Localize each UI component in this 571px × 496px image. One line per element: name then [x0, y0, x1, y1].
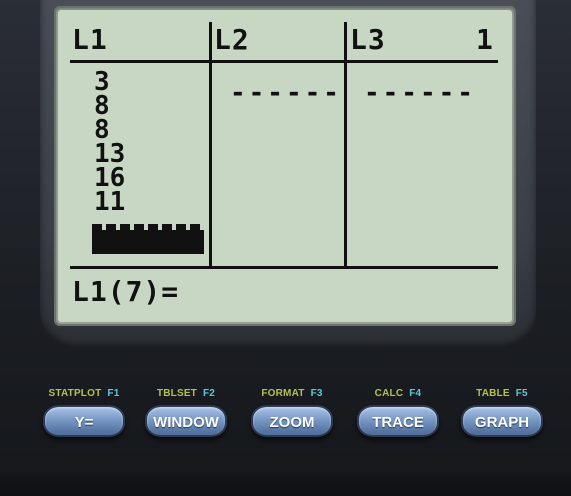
key-secondary-label: TABLE F5: [452, 388, 552, 399]
fkey-text: F5: [515, 388, 528, 399]
calculator-body: L1 L2 L3 1 3 8 8 13 16 11 ------ ------ …: [0, 0, 571, 496]
lcd-screen: L1 L2 L3 1 3 8 8 13 16 11 ------ ------ …: [58, 10, 512, 322]
fkey-text: F1: [107, 388, 120, 399]
y-equals-button[interactable]: Y=: [43, 405, 125, 437]
key-group-f3: FORMAT F3 ZOOM: [242, 388, 342, 437]
calculator-lower-edge: [0, 474, 571, 496]
list-header-l1: L1: [72, 23, 108, 56]
key-group-f4: CALC F4 TRACE: [348, 388, 448, 437]
zoom-button[interactable]: ZOOM: [251, 405, 333, 437]
key-secondary-label: CALC F4: [348, 388, 448, 399]
function-key-row: STATPLOT F1 Y= TBLSET F2 WINDOW FORMAT F3 Z…: [0, 388, 571, 488]
list-header-l2: L2: [214, 23, 250, 56]
key-secondary-label: FORMAT F3: [242, 388, 342, 399]
fkey-text: F2: [203, 388, 216, 399]
key-group-f2: TBLSET F2 WINDOW: [136, 388, 236, 437]
entry-line: L1(7)=: [72, 275, 180, 308]
fkey-text: F3: [310, 388, 323, 399]
cursor-cell-l1-7[interactable]: [92, 224, 204, 254]
trace-button[interactable]: TRACE: [357, 405, 439, 437]
entry-divider: [70, 266, 498, 269]
column-divider-1: [209, 22, 212, 268]
secondary-text: TBLSET: [156, 388, 197, 399]
list-l2-empty-placeholder[interactable]: ------: [230, 80, 342, 106]
key-group-f1: STATPLOT F1 Y=: [34, 388, 134, 437]
secondary-text: STATPLOT: [48, 388, 102, 399]
secondary-text: TABLE: [476, 388, 510, 399]
list-l1-values: 3 8 8 13 16 11: [94, 69, 174, 215]
key-secondary-label: STATPLOT F1: [34, 388, 134, 399]
graph-button[interactable]: GRAPH: [461, 405, 543, 437]
secondary-text: CALC: [374, 388, 404, 399]
list-l3-empty-placeholder[interactable]: ------: [364, 80, 476, 106]
key-secondary-label: TBLSET F2: [136, 388, 236, 399]
window-button[interactable]: WINDOW: [145, 405, 227, 437]
fkey-text: F4: [409, 388, 422, 399]
header-divider: [70, 60, 498, 63]
list-l1-cell[interactable]: 11: [94, 189, 174, 215]
secondary-text: FORMAT: [261, 388, 305, 399]
key-group-f5: TABLE F5 GRAPH: [452, 388, 552, 437]
column-divider-2: [344, 22, 347, 268]
column-number-indicator: 1: [476, 23, 494, 56]
list-header-l3: L3: [350, 23, 386, 56]
